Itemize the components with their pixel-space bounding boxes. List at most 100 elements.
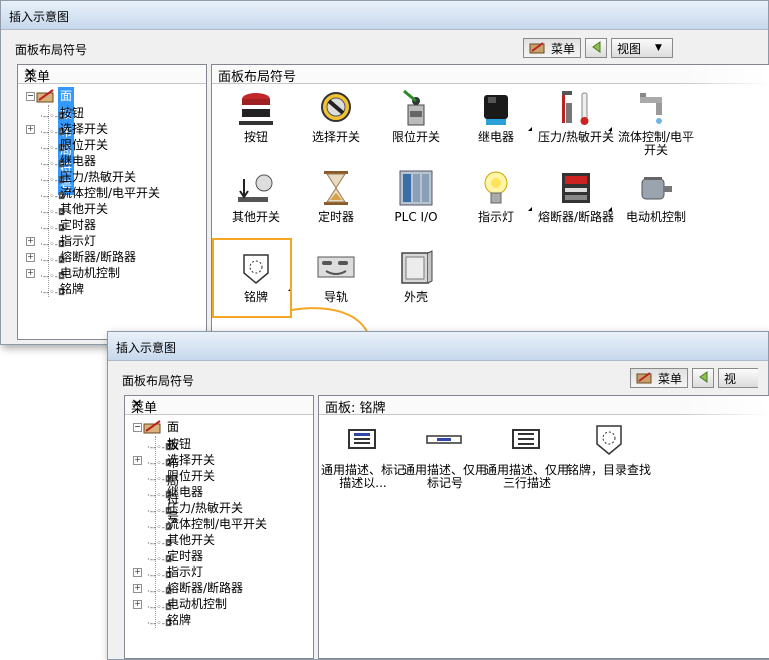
tree-item-label: 限位开关 — [167, 469, 216, 483]
tree-item-label: 其他开关 — [60, 202, 109, 216]
menu-tree-panel: 菜单 × − 面板布局符号 ·--◦-◘ 按钮 + ·--◦-◘ 选择开关 ·--◦-◘ 限… — [17, 64, 207, 340]
back-button[interactable] — [692, 368, 715, 388]
menu-button[interactable]: 菜单 — [523, 38, 582, 58]
tree-item-label: 流体控制/电平开关 — [60, 186, 161, 200]
tree-item-label: 按钮 — [167, 437, 192, 451]
tree-item-label: 限位开关 — [60, 138, 109, 152]
symbol-tile[interactable]: 通用描述、仅用标记号 — [403, 420, 487, 494]
toolbar: 菜单 视图 ▼ — [519, 38, 674, 58]
close-icon[interactable]: × — [131, 396, 307, 412]
symbol-tile[interactable]: 铭牌，目录查找 — [567, 420, 651, 494]
tree-item-label: 继电器 — [60, 154, 97, 168]
symbol-tile-label: PLC I/O — [394, 210, 438, 224]
collapse-icon[interactable]: − — [133, 423, 142, 432]
dialog-title: 插入示意图 — [9, 10, 70, 24]
symbol-tile[interactable]: 指示灯 — [456, 167, 536, 241]
close-icon[interactable]: × — [24, 65, 200, 81]
symbol-tile-label: 铭牌，目录查找 — [566, 463, 651, 477]
content-panel-title: 面板布局符号 — [218, 70, 297, 85]
symbol-tile[interactable]: 通用描述、仅用三行描述 — [485, 420, 569, 494]
section-caption: 面板布局符号 — [122, 374, 195, 388]
menu-button[interactable]: 菜单 — [630, 368, 689, 388]
selector-switch-icon — [321, 92, 351, 122]
expand-icon[interactable]: + — [133, 456, 142, 465]
title-bar: 插入示意图 — [108, 332, 768, 361]
expand-icon[interactable]: + — [26, 253, 35, 262]
other-switch-icon — [238, 174, 273, 202]
expand-icon[interactable]: + — [26, 237, 35, 246]
symbol-tile-label: 选择开关 — [311, 130, 360, 144]
timer-icon — [324, 171, 348, 205]
fluid-switch-icon — [640, 93, 662, 124]
symbol-tile[interactable]: 继电器 — [456, 87, 536, 161]
tree-item-label: 定时器 — [60, 218, 97, 232]
back-arrow-icon — [696, 370, 710, 387]
symbol-tile-label: 压力/热敏开关 — [537, 130, 615, 144]
menu-label: 菜单 — [551, 41, 576, 56]
symbol-tile[interactable]: 外壳 — [376, 247, 456, 321]
chevron-down-icon: ▼ — [655, 43, 662, 53]
view-dropdown[interactable]: 视 — [718, 368, 759, 388]
symbol-tile-label: 熔断器/断路器 — [537, 210, 615, 224]
expand-icon[interactable]: + — [133, 600, 142, 609]
expand-icon[interactable]: + — [133, 584, 142, 593]
enclosure-icon — [401, 250, 433, 284]
expand-icon[interactable]: + — [26, 125, 35, 134]
tree-item-label: 铭牌 — [167, 613, 192, 627]
symbol-tile-label: 通用描述、标记描述以... — [320, 463, 405, 490]
symbol-tile[interactable]: 其他开关 — [216, 167, 296, 241]
back-arrow-icon — [589, 40, 603, 57]
tree-panel-header: 菜单 × — [125, 396, 313, 416]
section-caption: 面板布局符号 — [15, 43, 88, 57]
symbol-tile-label: 通用描述、仅用标记号 — [402, 463, 487, 490]
tree-item-label: 选择开关 — [60, 122, 109, 136]
symbol-content-panel: 面板布局符号 按钮 选择开关 限位开关 继电器 压力/热敏开关 流体控制/电平开关 其他开关… — [211, 64, 769, 340]
tree-item-label: 定时器 — [167, 549, 204, 563]
symbol-tile-label: 限位开关 — [391, 130, 440, 144]
menu-icon — [529, 41, 547, 55]
symbol-tile-label: 其他开关 — [231, 210, 280, 224]
symbol-tile-label: 定时器 — [317, 210, 354, 224]
expand-icon[interactable]: + — [133, 568, 142, 577]
tree-item-label: 电动机控制 — [167, 597, 228, 611]
panel-layout-icon — [143, 419, 163, 440]
nameplate-label-icon — [348, 429, 376, 449]
tree-item-label: 电动机控制 — [60, 266, 121, 280]
motor-icon — [641, 177, 672, 200]
tree-item-label: 按钮 — [60, 106, 85, 120]
menu-icon — [636, 371, 654, 385]
tree-item-label: 压力/热敏开关 — [167, 501, 244, 515]
symbol-tile-label: 通用描述、仅用三行描述 — [484, 463, 569, 490]
symbol-tile[interactable]: 压力/热敏开关 — [536, 87, 616, 161]
symbol-tile[interactable]: 选择开关 — [296, 87, 376, 161]
plc-icon — [399, 170, 433, 206]
relay-icon — [484, 95, 508, 125]
menu-label: 菜单 — [658, 371, 683, 386]
tree-item-label: 继电器 — [167, 485, 204, 499]
symbol-tile[interactable]: 限位开关 — [376, 87, 456, 161]
tree-item-label: 熔断器/断路器 — [60, 250, 137, 264]
tree-item-label: 压力/热敏开关 — [60, 170, 137, 184]
symbol-tile[interactable]: 按钮 — [216, 87, 296, 161]
back-button[interactable] — [585, 38, 608, 58]
symbol-tile[interactable]: 定时器 — [296, 167, 376, 241]
symbol-tile-label: 按钮 — [243, 130, 268, 144]
symbol-content-panel: 面板: 铭牌 通用描述、标记描述以... 通用描述、仅用标记号 通用描述、仅用三行描… — [318, 395, 769, 659]
view-dropdown[interactable]: 视图 ▼ — [611, 38, 674, 58]
tree-item-label: 指示灯 — [167, 565, 204, 579]
view-label: 视图 — [617, 41, 642, 56]
selection-highlight — [212, 238, 292, 318]
symbol-tile[interactable]: 通用描述、标记描述以... — [321, 420, 405, 494]
insert-schematic-dialog-back: 插入示意图 面板布局符号 菜单 视图 ▼ 菜单 × − 面板布局符号 ·--◦-… — [0, 0, 769, 345]
menu-tree-panel: 菜单 × − 面板布局符号 ·--◦-◘ 按钮 + ·--◦-◘ 选择开关 ·--◦-◘ 限… — [124, 395, 314, 659]
collapse-icon[interactable]: − — [26, 92, 35, 101]
symbol-tile[interactable]: 熔断器/断路器 — [536, 167, 616, 241]
tree-item-label: 其他开关 — [167, 533, 216, 547]
expand-icon[interactable]: + — [26, 269, 35, 278]
fuse-icon — [562, 173, 590, 203]
dialog-title: 插入示意图 — [116, 341, 177, 355]
nameplate-three-line-icon — [512, 429, 540, 449]
symbol-tile[interactable]: PLC I/O — [376, 167, 456, 241]
content-panel-title: 面板: 铭牌 — [325, 401, 386, 416]
push-button-icon — [239, 93, 273, 125]
